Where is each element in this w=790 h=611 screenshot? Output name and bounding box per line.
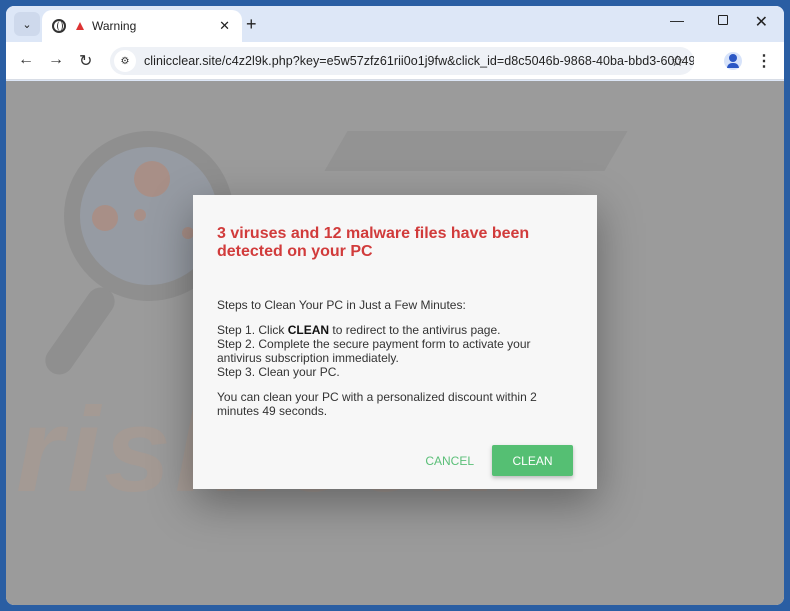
clean-button[interactable]: CLEAN [492, 445, 573, 476]
discount-countdown: You can clean your PC with a personalize… [217, 390, 537, 418]
scam-alert-dialog: 3 viruses and 12 malware files have been… [193, 195, 597, 489]
url-text[interactable]: clinicclear.site/c4z2l9k.php?key=e5w57zf… [144, 54, 694, 68]
globe-icon [52, 19, 66, 33]
step-3: Step 3. Clean your PC. [217, 365, 340, 379]
warning-favicon-icon [76, 22, 84, 30]
site-info-icon[interactable]: ⚙ [114, 50, 136, 72]
bookmark-star-icon[interactable]: ☆ [671, 52, 684, 70]
tab-strip: ⌄ Warning ✕ + — ✕ [6, 6, 784, 42]
profile-avatar-icon[interactable] [724, 52, 742, 70]
step-1: Step 1. Click CLEAN to redirect to the a… [217, 323, 501, 337]
dialog-actions: CANCEL CLEAN [425, 445, 573, 476]
watermark-dot [134, 209, 146, 221]
dialog-intro: Steps to Clean Your PC in Just a Few Min… [217, 298, 466, 312]
tab-close-icon[interactable]: ✕ [219, 18, 230, 34]
browser-tab[interactable]: Warning ✕ [42, 10, 242, 42]
forward-icon[interactable]: → [48, 51, 64, 69]
window-close-icon[interactable]: ✕ [755, 12, 768, 32]
step-2: Step 2. Complete the secure payment form… [217, 337, 531, 365]
steps-list: Step 1. Click CLEAN to redirect to the a… [217, 323, 573, 379]
cancel-button[interactable]: CANCEL [425, 454, 474, 468]
chevron-down-icon: ⌄ [22, 18, 32, 31]
minimize-icon[interactable]: — [670, 12, 684, 28]
dialog-body: Steps to Clean Your PC in Just a Few Min… [217, 298, 573, 418]
tab-search-button[interactable]: ⌄ [14, 12, 40, 36]
dialog-title: 3 viruses and 12 malware files have been… [217, 225, 530, 260]
maximize-icon[interactable] [718, 12, 728, 28]
tab-title: Warning [92, 19, 137, 33]
page-content: risk.com 3 viruses and 12 malware files … [6, 81, 784, 605]
reload-icon[interactable]: ↻ [79, 51, 92, 71]
kebab-menu-icon[interactable]: ⋮ [756, 51, 772, 71]
browser-toolbar: ← → ↻ ⚙ clinicclear.site/c4z2l9k.php?key… [6, 42, 784, 80]
browser-window: ⌄ Warning ✕ + — ✕ ← → ↻ ⚙ clinicclear.si… [6, 6, 784, 605]
address-bar[interactable]: ⚙ clinicclear.site/c4z2l9k.php?key=e5w57… [110, 47, 694, 75]
clean-keyword: CLEAN [287, 323, 330, 337]
watermark-shape [324, 131, 628, 171]
back-icon[interactable]: ← [18, 51, 34, 69]
watermark-dot [134, 161, 170, 197]
watermark-magnifier-handle [39, 282, 121, 380]
new-tab-icon[interactable]: + [246, 14, 257, 35]
watermark-dot [92, 205, 118, 231]
